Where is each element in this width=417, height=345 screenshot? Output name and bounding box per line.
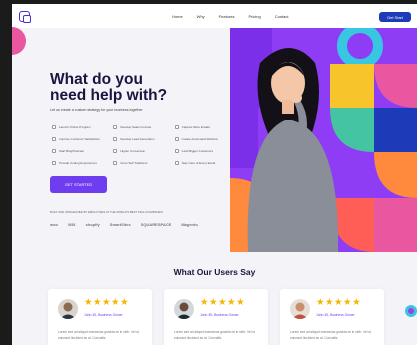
option-label: Capture More Emails	[181, 125, 210, 129]
option-label: Launch Online Program	[59, 125, 91, 129]
option-checkbox[interactable]: Launch Online Program	[52, 124, 109, 130]
landing-page: Home Why Features Pricing Contact Get St…	[12, 4, 417, 345]
checkbox-icon[interactable]	[52, 125, 56, 129]
nav-item-features[interactable]: Features	[219, 14, 235, 19]
get-started-button[interactable]: GET STARTED	[50, 176, 107, 193]
option-checkbox[interactable]: Develop Lead Generation	[113, 136, 170, 142]
hero-illustration	[230, 28, 417, 252]
review-text: Lorem sed ad aliquet maecenas gravida mi…	[174, 330, 255, 340]
brand-logo-squarespace: SQUARESPACE	[140, 222, 172, 227]
avatar	[290, 299, 310, 319]
nav-item-why[interactable]: Why	[197, 14, 205, 19]
top-navigation: Home Why Features Pricing Contact Get St…	[12, 4, 417, 28]
nav-item-contact[interactable]: Contact	[275, 14, 289, 19]
nav-item-home[interactable]: Home	[172, 14, 183, 19]
option-checkbox[interactable]: Stay Care of Every Email	[174, 160, 232, 166]
avatar	[174, 299, 194, 319]
option-label: Provide Coding Experiences	[59, 161, 97, 165]
option-label: Start Blog/Podcast	[59, 149, 84, 153]
checkbox-icon[interactable]	[174, 161, 179, 165]
checkbox-icon[interactable]	[52, 137, 56, 141]
nav-item-pricing[interactable]: Pricing	[248, 14, 260, 19]
avatar	[58, 299, 78, 319]
checkbox-icon[interactable]	[113, 125, 118, 129]
option-checkbox[interactable]: Higher Conversion	[113, 148, 170, 154]
brand-logo-wix: WIX	[68, 222, 76, 227]
option-checkbox[interactable]: Capture More Emails	[174, 124, 232, 130]
checkbox-icon[interactable]	[113, 137, 118, 141]
testimonial-card: ★★★★★ John 35, Business Owner Lorem sed …	[48, 289, 152, 345]
checkbox-icon[interactable]	[52, 149, 56, 153]
checkbox-icon[interactable]	[113, 149, 118, 153]
option-checkbox[interactable]: Provide Coding Experiences	[52, 160, 109, 166]
hero-title-line-2: need help with?	[50, 87, 168, 104]
option-label: Create Automated Webinar	[181, 137, 218, 141]
option-label: Grow Self Traditions	[120, 161, 148, 165]
hero-title: What do you need help with?	[50, 72, 250, 104]
option-checkbox[interactable]: Land Bigger Customers	[174, 148, 232, 154]
checkbox-icon[interactable]	[52, 161, 56, 165]
option-checkbox[interactable]: Improve Customer Satisfaction	[52, 136, 109, 142]
option-label: Develop Lead Generation	[120, 137, 155, 141]
checkbox-icon[interactable]	[174, 149, 179, 153]
checkbox-icon[interactable]	[113, 161, 118, 165]
brand-logo-woo: woo	[50, 222, 58, 227]
reviewer-name: John 35, Business Owner	[200, 313, 239, 317]
option-label: Land Bigger Customers	[181, 149, 214, 153]
trust-text: BUILT AND INTEGRATED BY EMPLOYEES AT THE…	[50, 210, 163, 214]
help-options: Launch Online Program Develop Sales Funn…	[52, 124, 232, 166]
hero-title-line-1: What do you	[50, 71, 143, 88]
brand-logos: woo WIX shopify SmartSites SQUARESPACE M…	[50, 222, 198, 227]
star-rating: ★★★★★	[316, 297, 362, 308]
option-label: Higher Conversion	[120, 149, 146, 153]
nav-menu: Home Why Features Pricing Contact	[172, 14, 303, 19]
option-label: Stay Care of Every Email	[181, 161, 216, 165]
checkbox-icon[interactable]	[174, 137, 179, 141]
reviewer-name: John 35, Business Owner	[316, 313, 355, 317]
testimonial-card: ★★★★★ John 35, Business Owner Lorem sed …	[280, 289, 384, 345]
option-label: Develop Sales Funnels	[120, 125, 152, 129]
brand-logo-magento: Magento	[181, 222, 198, 227]
logo-icon[interactable]	[19, 11, 31, 23]
nav-cta-button[interactable]: Get Start	[379, 12, 411, 22]
hero-subtitle: Let us create a custom strategy for your…	[50, 108, 143, 112]
review-text: Lorem sed ad aliquet maecenas gravida mi…	[58, 330, 139, 340]
review-text: Lorem sed ad aliquet maecenas gravida mi…	[290, 330, 371, 340]
brand-logo-smartsites: SmartSites	[109, 222, 131, 227]
star-rating: ★★★★★	[84, 297, 130, 308]
testimonial-card: ★★★★★ John 35, Business Owner Lorem sed …	[164, 289, 268, 345]
option-checkbox[interactable]: Create Automated Webinar	[174, 136, 232, 142]
option-checkbox[interactable]: Start Blog/Podcast	[52, 148, 109, 154]
star-rating: ★★★★★	[200, 297, 246, 308]
decorative-shape	[405, 305, 417, 317]
option-label: Improve Customer Satisfaction	[59, 137, 101, 141]
testimonials-title: What Our Users Say	[173, 267, 256, 277]
reviewer-name: John 35, Business Owner	[84, 313, 123, 317]
option-checkbox[interactable]: Grow Self Traditions	[113, 160, 170, 166]
decorative-shape	[12, 27, 26, 55]
brand-logo-shopify: shopify	[85, 222, 100, 227]
checkbox-icon[interactable]	[174, 125, 179, 129]
option-checkbox[interactable]: Develop Sales Funnels	[113, 124, 170, 130]
